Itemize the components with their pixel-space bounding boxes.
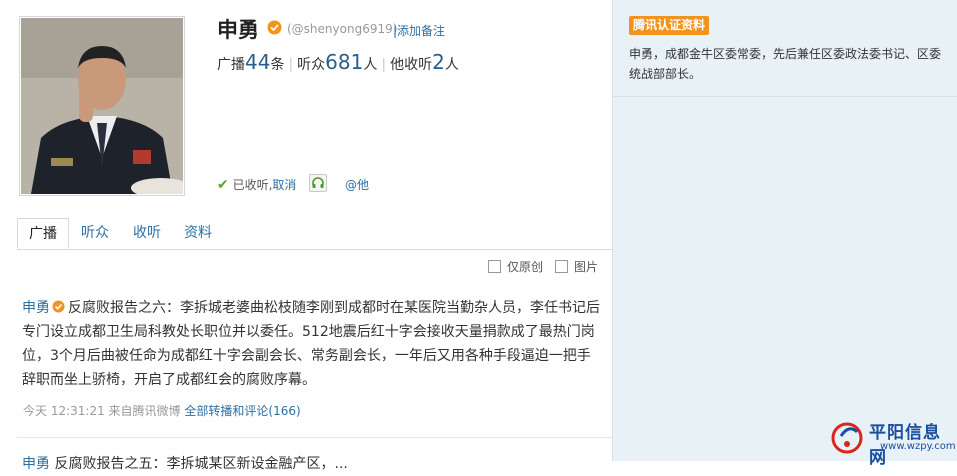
post-divider: [17, 437, 612, 438]
add-note-label[interactable]: 添加备注: [397, 24, 445, 38]
certification-bio: 申勇，成都金牛区委常委，先后兼任区委政法委书记、区委统战部部长。: [629, 47, 942, 81]
original-label: 仅原创: [507, 260, 544, 274]
unfollow-link[interactable]: 取消: [272, 178, 296, 192]
profile-stats: 广播44条 | 听众681人 | 他收听2人: [217, 50, 459, 74]
listeners-label: 听众: [297, 57, 326, 73]
all-reposts-link[interactable]: 全部转播和评论: [184, 404, 268, 418]
avatar[interactable]: [19, 16, 185, 196]
verified-icon: [267, 20, 282, 35]
listeners-unit: 人: [363, 57, 378, 73]
following-stat[interactable]: 他收听2人: [390, 50, 459, 74]
tab-broadcast[interactable]: 广播: [17, 218, 69, 249]
post-author[interactable]: 申勇: [22, 456, 50, 472]
original-checkbox[interactable]: [488, 260, 501, 273]
following-unit: 人: [444, 57, 459, 73]
tab-listeners[interactable]: 听众: [71, 218, 119, 249]
add-note-link[interactable]: |添加备注: [393, 22, 445, 39]
stat-separator: |: [288, 57, 294, 73]
following-count: 2: [432, 50, 445, 74]
post-item: 申勇 反腐败报告之六：李拆城老婆曲松枝随李刚到成都时在某医院当勤杂人员，李任书记后…: [22, 296, 602, 392]
headphones-icon: [312, 177, 324, 188]
profile-handle: (@shenyong6919): [287, 22, 398, 36]
verified-icon: [52, 300, 65, 313]
listeners-count: 681: [325, 50, 364, 74]
main-column: 申勇 (@shenyong6919) |添加备注 广播44条 | 听众681人 | 他收…: [0, 0, 612, 472]
profile-tabs: 广播 听众 收听 资料: [17, 218, 612, 250]
listen-button[interactable]: [309, 174, 327, 192]
check-icon: ✔: [217, 177, 229, 193]
filter-original[interactable]: 仅原创: [488, 258, 543, 275]
profile-name: 申勇: [217, 18, 259, 42]
broadcast-count: 44: [245, 50, 271, 74]
certification-badge: 腾讯认证资料: [629, 16, 710, 35]
follow-status: ✔ 已收听,取消: [217, 176, 296, 193]
following-label: 他收听: [390, 57, 433, 73]
broadcast-stat[interactable]: 广播44条: [217, 50, 285, 74]
post-meta: 今天 12:31:21 来自腾讯微博 全部转播和评论(166): [23, 402, 301, 419]
post-source: 来自腾讯微博: [108, 404, 181, 418]
tab-profile[interactable]: 资料: [174, 218, 222, 249]
repost-count[interactable]: (166): [268, 404, 300, 418]
images-label: 图片: [574, 260, 599, 274]
post-text: 反腐败报告之六：李拆城老婆曲松枝随李刚到成都时在某医院当勤杂人员，李任书记后专门…: [22, 300, 600, 388]
post-item: 申勇 反腐败报告之五：李拆城某区新设金融产区，...: [22, 452, 602, 476]
images-checkbox[interactable]: [555, 260, 568, 273]
listeners-stat[interactable]: 听众681人: [297, 50, 378, 74]
mention-link[interactable]: @他: [345, 176, 369, 193]
tab-following[interactable]: 收听: [123, 218, 171, 249]
sidebar-divider: [613, 96, 957, 97]
post-time[interactable]: 今天 12:31:21: [23, 404, 105, 418]
follow-status-text: 已收听,: [232, 178, 273, 192]
watermark-url: www.wzpy.com: [880, 441, 956, 452]
post-text: 反腐败报告之五：李拆城某区新设金融产区，...: [54, 456, 348, 472]
post-author[interactable]: 申勇: [22, 300, 50, 316]
avatar-photo: [21, 18, 183, 194]
broadcast-unit: 条: [270, 57, 285, 73]
filter-images[interactable]: 图片: [555, 258, 598, 275]
stat-separator: |: [381, 57, 387, 73]
broadcast-label: 广播: [217, 57, 245, 73]
